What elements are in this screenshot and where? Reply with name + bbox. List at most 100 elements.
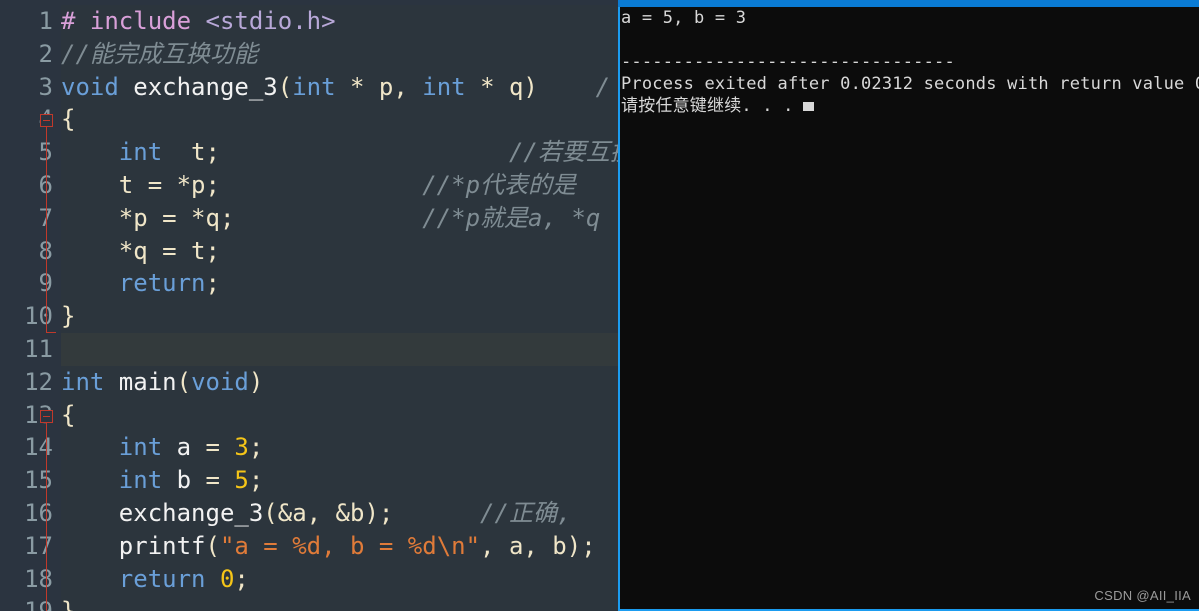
code-token-cmt: / [595, 72, 611, 101]
console-cursor [802, 102, 814, 111]
code-line[interactable]: 15 int b = 5; [0, 464, 618, 497]
console-line-text: Process exited after 0.02312 seconds wit… [621, 74, 1199, 94]
fold-region-line [46, 422, 47, 611]
line-number: 7 [0, 202, 57, 235]
code-line[interactable]: 2 //能完成互换功能 [0, 37, 618, 71]
code-token-type: int [118, 433, 163, 462]
code-token-plain: *q = t; [61, 236, 220, 265]
code-token-plain: = [191, 433, 235, 462]
console-titlebar[interactable] [618, 0, 1199, 7]
code-token-pre: # include [61, 7, 206, 35]
code-line[interactable]: 9 return; [0, 267, 618, 301]
code-line[interactable]: 14 int a = 3; [0, 431, 618, 465]
fold-region-line [46, 127, 47, 333]
code-line[interactable]: 1 # include <stdio.h> [0, 5, 618, 38]
line-number: 16 [24, 498, 53, 527]
code-line-text: *p = *q; //*p就是a, *q [61, 202, 600, 235]
code-token-punc: , a, b); [480, 531, 596, 560]
console-pane[interactable]: a = 5, b = 3 ----------------------------… [618, 0, 1199, 611]
code-token-punc: ; [248, 433, 264, 462]
code-line-background [61, 332, 618, 366]
code-token-punc: ; [234, 564, 249, 593]
code-token-punc: ( [205, 531, 220, 560]
code-token-punc: { [61, 105, 76, 134]
console-line-text: a = 5, b = 3 [621, 8, 747, 28]
code-line[interactable]: 6 t = *p; //*p代表的是 [0, 168, 618, 202]
code-lines-container[interactable]: 1 # include <stdio.h> 2 //能完成互换功能 3 void exch… [0, 5, 618, 611]
line-number: 18 [24, 564, 53, 593]
code-token-id: a [176, 433, 192, 462]
code-token-punc: ( [277, 72, 293, 101]
code-line[interactable]: 17 printf("a = %d, b = %d\n", a, b); [0, 529, 618, 563]
line-number: 14 [24, 433, 53, 462]
code-token-hdr: <stdio.h> [205, 7, 336, 35]
line-number: 11 [24, 334, 53, 363]
code-token-type: int [118, 466, 163, 495]
code-line[interactable]: 5 int t; //若要互换*p、 [0, 136, 618, 169]
code-token-type: int [61, 367, 105, 396]
code-token-punc: { [61, 400, 76, 429]
code-token-cmt: //*p就是a, *q [422, 203, 601, 232]
code-token-punc: (&a, &b); [263, 498, 481, 527]
code-token-punc: ( [176, 367, 192, 396]
code-token-type: int [422, 72, 466, 101]
code-line[interactable]: 12 int main(void) [0, 365, 618, 399]
code-line-background [61, 300, 618, 333]
code-line[interactable]: 19} [0, 595, 618, 611]
code-token-fn: exchange_3 [61, 498, 264, 527]
code-line[interactable]: 16 exchange_3(&a, &b); //正确, [0, 496, 618, 530]
code-line[interactable]: 18 return 0; [0, 562, 618, 596]
code-token-id: b [176, 466, 192, 495]
code-token-cmt: //*p代表的是 [422, 170, 577, 199]
code-token-num: 0 [219, 564, 235, 593]
line-number: 19 [0, 595, 57, 611]
code-line-text: return 0; [61, 563, 249, 596]
code-token-type: int [292, 72, 336, 101]
code-line[interactable]: 4{ [0, 103, 618, 137]
code-token-plain: = [191, 466, 235, 495]
code-token-punc: ) [248, 367, 264, 396]
console-line: a = 5, b = 3 [620, 7, 1199, 29]
line-number: 17 [24, 531, 53, 560]
code-line-text: void exchange_3(int * p, int * q) / [61, 71, 610, 104]
console-line-text: 请按任意键继续. . . [621, 96, 794, 116]
code-line[interactable]: 7 *p = *q; //*p就是a, *q [0, 201, 618, 235]
code-line-text: int b = 5; [61, 464, 264, 497]
line-number: 15 [24, 466, 53, 495]
code-line[interactable]: 3 void exchange_3(int * p, int * q) / [0, 70, 618, 104]
code-token-kw: void [61, 72, 119, 101]
code-line-background [61, 595, 618, 611]
code-token-plain: *p = *q; [61, 203, 423, 232]
console-output: a = 5, b = 3 ----------------------------… [620, 7, 1199, 117]
code-line-text: } [61, 595, 75, 611]
code-token-type: int [118, 138, 163, 167]
line-number: 2 [38, 39, 53, 68]
code-token-num: 5 [234, 466, 249, 495]
code-token-punc: ; [248, 466, 264, 495]
code-line[interactable]: 13{ [0, 398, 618, 432]
code-line[interactable]: 10} [0, 300, 618, 333]
code-editor-pane[interactable]: 1 # include <stdio.h> 2 //能完成互换功能 3 void exch… [0, 0, 618, 611]
code-line[interactable]: 8 *q = t; [0, 234, 618, 268]
line-number: 9 [0, 267, 57, 300]
fold-collapse-icon[interactable] [40, 409, 53, 423]
code-line-text: int a = 3; [61, 431, 264, 464]
fold-collapse-icon[interactable] [40, 114, 53, 128]
line-number: 10 [24, 302, 53, 331]
code-token-cmt: //能完成互换功能 [61, 39, 258, 68]
code-token-punc: } [61, 597, 75, 611]
code-line-text: t = *p; //*p代表的是 [61, 169, 576, 202]
fold-region-end [46, 332, 56, 334]
line-number: 8 [0, 235, 57, 268]
code-line[interactable]: 11 [0, 332, 618, 366]
code-token-kw: return [118, 269, 206, 298]
code-token-kw: return [118, 564, 206, 593]
line-number: 3 [38, 72, 53, 101]
